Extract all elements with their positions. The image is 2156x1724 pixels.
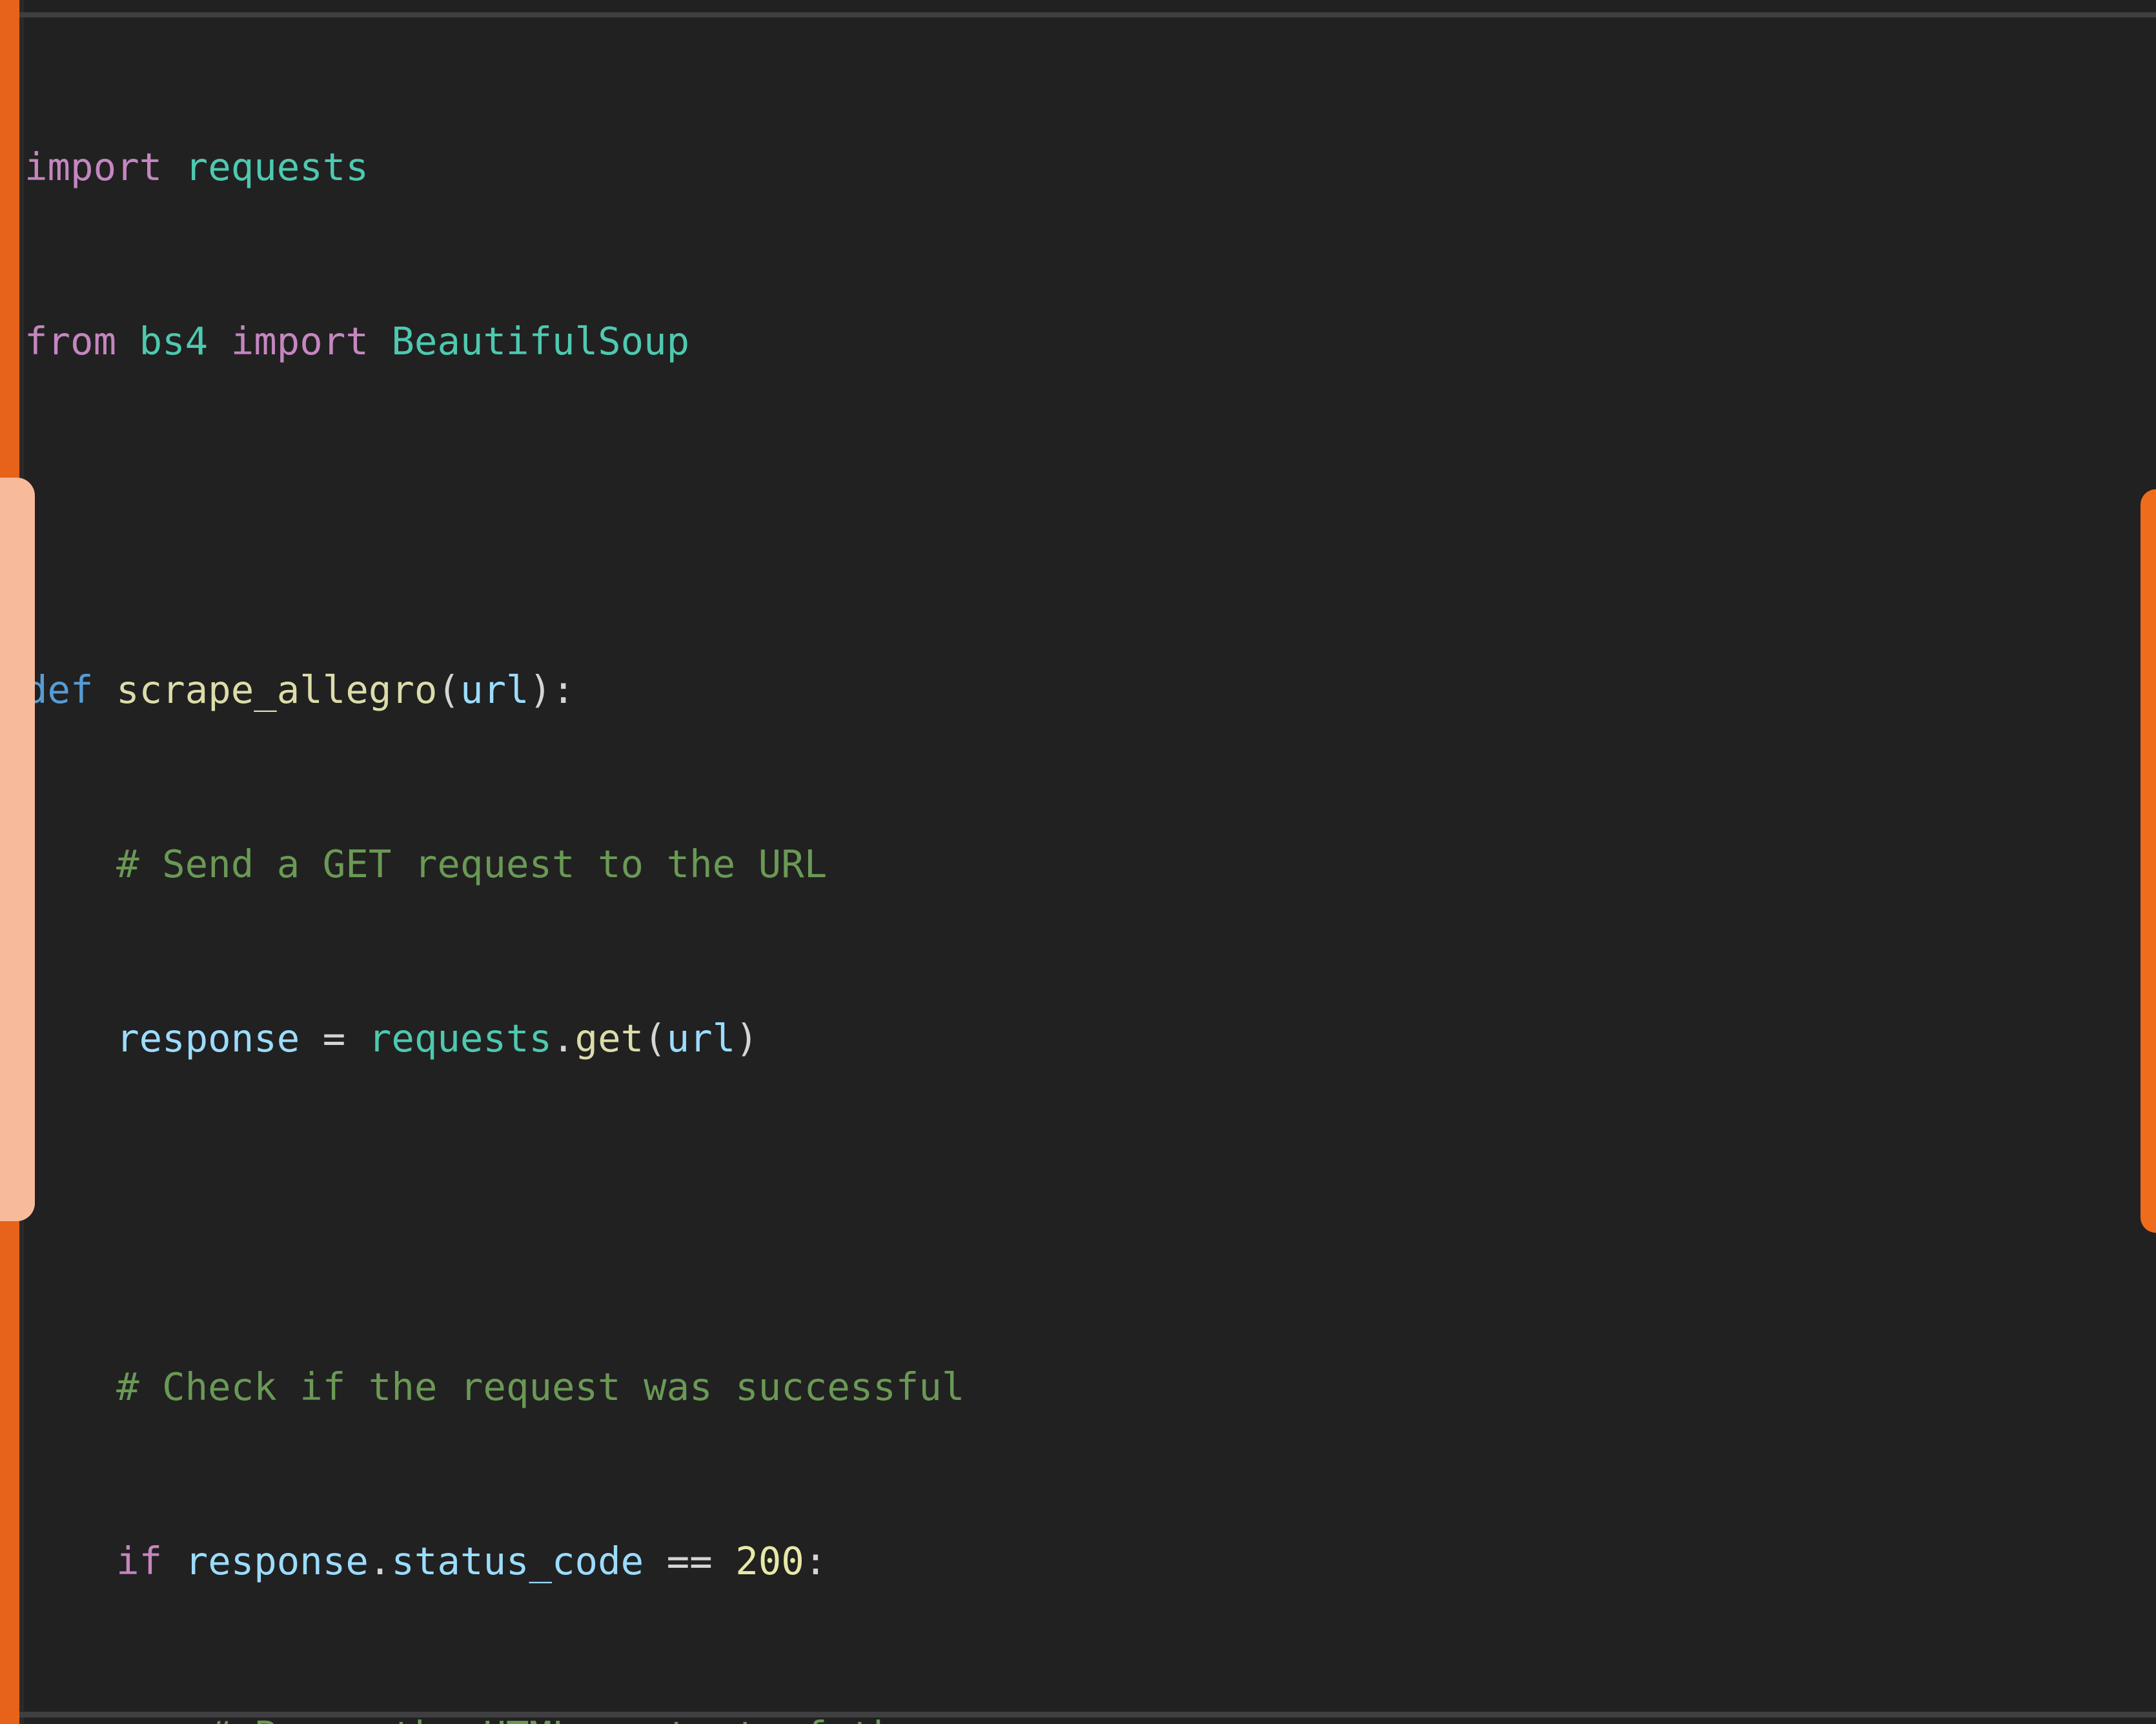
code-line: if response.status_code == 200: — [25, 1532, 2148, 1590]
token-operator: == — [644, 1539, 736, 1583]
token-module: requests — [185, 145, 369, 189]
token-method: get — [575, 1016, 644, 1060]
token-operator: = — [300, 1016, 369, 1060]
vertical-scrollbar-thumb-left[interactable] — [0, 478, 35, 1221]
vertical-scrollbar-thumb-right[interactable] — [2141, 489, 2156, 1233]
token-paren: ( — [644, 1016, 667, 1060]
token-module: bs4 — [139, 319, 208, 363]
token-paren: ): — [529, 667, 575, 712]
token-colon: : — [804, 1539, 828, 1583]
token-dot: . — [552, 1016, 575, 1060]
token-comment: # Send a GET request to the URL — [116, 842, 828, 886]
code-line: def scrape_allegro(url): — [25, 661, 2148, 719]
token-paren: ( — [437, 667, 460, 712]
token-keyword: import — [230, 319, 369, 363]
token-attribute: status_code — [391, 1539, 644, 1583]
token-module: requests — [368, 1016, 553, 1060]
token-class: BeautifulSoup — [391, 319, 690, 363]
horizontal-scrollbar-bottom[interactable] — [19, 1712, 2156, 1718]
token-comment: # Check if the request was successful — [116, 1364, 965, 1409]
token-paren: ) — [735, 1016, 758, 1060]
code-content[interactable]: import requests from bs4 import Beautifu… — [25, 22, 2148, 1724]
code-line: response = requests.get(url) — [25, 1009, 2148, 1068]
token-keyword: import — [25, 145, 163, 189]
token-number: 200 — [735, 1539, 804, 1583]
code-line: from bs4 import BeautifulSoup — [25, 312, 2148, 370]
horizontal-scrollbar-top[interactable] — [19, 12, 2156, 17]
token-keyword: if — [116, 1539, 163, 1583]
token-keyword: from — [25, 319, 117, 363]
code-line: # Send a GET request to the URL — [25, 835, 2148, 893]
token-dot: . — [368, 1539, 392, 1583]
code-line: # Check if the request was successful — [25, 1358, 2148, 1416]
token-param: url — [460, 667, 529, 712]
token-arg: url — [666, 1016, 736, 1060]
token-variable: response — [116, 1016, 300, 1060]
code-editor-screenshot: import requests from bs4 import Beautifu… — [0, 0, 2156, 1724]
token-function-name: scrape_allegro — [116, 667, 438, 712]
code-line: import requests — [25, 138, 2148, 196]
token-variable: response — [185, 1539, 369, 1583]
